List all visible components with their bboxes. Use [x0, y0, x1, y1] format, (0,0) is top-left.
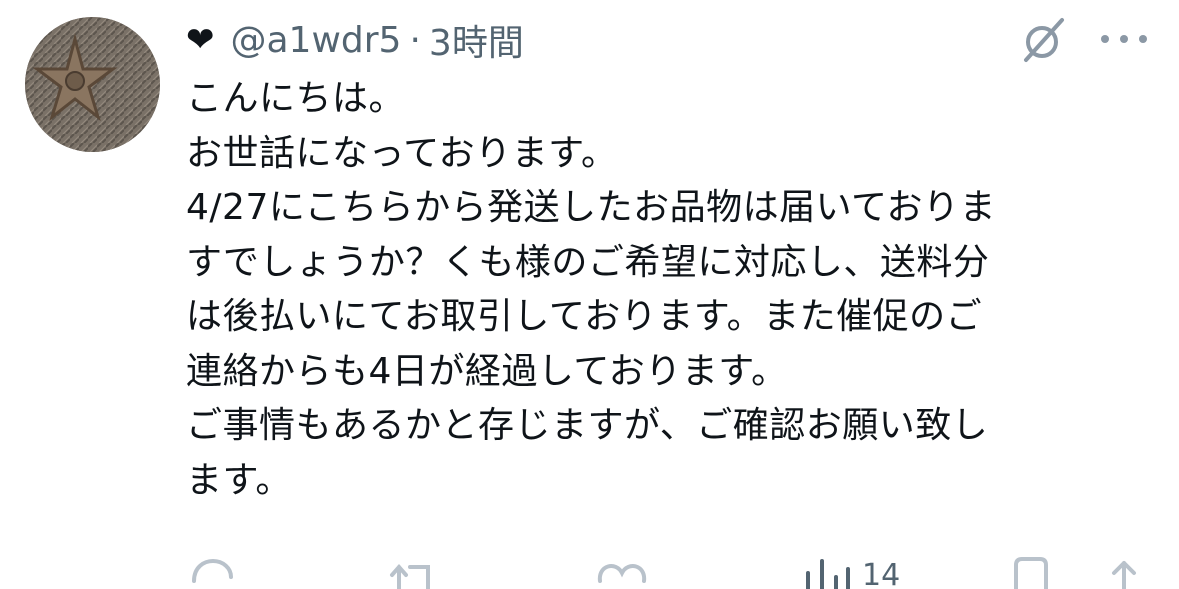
tweet-text-line: お世話になっております。 [186, 132, 618, 174]
views-count: 14 [862, 558, 901, 589]
more-dot [1139, 35, 1147, 43]
tweet-header: ❤ @a1wdr5 · 3時間 [186, 12, 524, 68]
retweet-icon[interactable] [386, 555, 442, 589]
share-icon[interactable] [1102, 555, 1146, 589]
more-dot [1101, 35, 1109, 43]
views-button[interactable]: 14 [800, 555, 900, 589]
reply-icon[interactable] [186, 555, 236, 589]
heart-icon: ❤ [186, 20, 215, 60]
tweet-text-line: は後払いにてお取引しております。また催促のご [186, 296, 983, 337]
header-separator: · [409, 19, 421, 61]
tweet[interactable]: ❤ @a1wdr5 · 3時間 こんにちは。 お世話になっております。 4/27… [0, 0, 1179, 589]
views-icon [806, 559, 850, 589]
tweet-text: こんにちは。 お世話になっております。 4/27にこちらから発送したお品物は届い… [186, 72, 1126, 508]
bookmark-icon[interactable] [1008, 555, 1052, 589]
more-icon[interactable] [1101, 22, 1147, 56]
user-handle[interactable]: @a1wdr5 [231, 20, 402, 61]
more-dot [1120, 35, 1128, 43]
tweet-text-line: 4/27にこちらから発送したお品物は届いておりま [186, 187, 996, 228]
avatar[interactable] [25, 17, 160, 152]
tweet-text-line: ご事情もあるかと存じますが、ご確認お願い致し [186, 405, 989, 446]
tweet-text-line: 連絡からも4日が経過しております。 [186, 350, 788, 392]
timestamp[interactable]: 3時間 [429, 14, 524, 66]
tweet-text-line: こんにちは。 [186, 78, 406, 119]
tweet-text-line: ます。 [186, 459, 292, 501]
star-avatar-image [25, 17, 160, 152]
grok-icon[interactable] [1018, 14, 1070, 66]
like-icon[interactable] [594, 555, 650, 589]
action-bar: 14 [0, 555, 1179, 589]
tweet-text-line: すでしょうか？くも様のご希望に対応し、送料分 [186, 241, 990, 283]
